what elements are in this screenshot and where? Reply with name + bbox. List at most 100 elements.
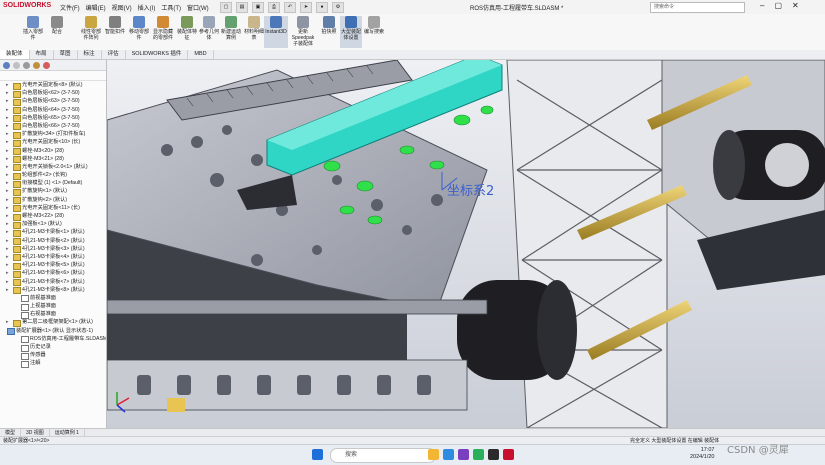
tree-item[interactable]: ▸ 扩散旋钩<34> (打扣件板车) xyxy=(0,130,106,139)
tab-evaluate[interactable]: 评估 xyxy=(102,50,126,59)
expand-arrow-icon[interactable]: ▸ xyxy=(6,204,9,212)
expand-arrow-icon[interactable]: ▸ xyxy=(6,286,9,294)
expand-arrow-icon[interactable]: ▸ xyxy=(6,179,9,187)
display-manager-icon[interactable] xyxy=(43,61,50,69)
tree-item[interactable]: ▸ 白色层板铝<62> (3-7-50) xyxy=(0,89,106,98)
tab-assembly[interactable]: 装配体 xyxy=(0,50,30,59)
tree-item[interactable]: ▸ 轮组部件<2> (长钩) xyxy=(0,171,106,180)
tree-item[interactable]: ▸ 螺栓-M3<22> (28) xyxy=(0,212,106,221)
expand-arrow-icon[interactable]: ▸ xyxy=(6,228,9,236)
menu-view[interactable]: 视图(V) xyxy=(112,3,132,12)
menu-window[interactable]: 窗口(W) xyxy=(187,3,209,12)
large-assembly-settings-button[interactable]: 大型装配体设置 xyxy=(340,16,362,48)
expand-arrow-icon[interactable]: ▸ xyxy=(6,138,9,146)
search-commands-input[interactable]: 搜索命令 xyxy=(650,2,745,13)
tree-item[interactable]: ▸ 白色层板铝<66> (3-7-50) xyxy=(0,122,106,131)
save-icon[interactable]: ▣ xyxy=(252,2,264,13)
undo-icon[interactable]: ↶ xyxy=(284,2,296,13)
app-icon[interactable] xyxy=(458,449,469,460)
select-icon[interactable]: ➤ xyxy=(300,2,312,13)
expand-arrow-icon[interactable]: ▸ xyxy=(6,97,9,105)
tab-layout[interactable]: 布局 xyxy=(30,50,54,59)
expand-arrow-icon[interactable]: ▸ xyxy=(6,220,9,228)
tree-item[interactable]: ▸ 4孔21-M3卡梁板<7> (默认) xyxy=(0,278,106,286)
expand-arrow-icon[interactable]: ▸ xyxy=(6,196,9,204)
tree-item[interactable]: ▸ 4孔21-M3卡梁板<2> (默认) xyxy=(0,237,106,246)
tree-item[interactable]: ▸ 4孔21-M3卡梁板<5> (默认) xyxy=(0,261,106,270)
tree-item[interactable]: 传感器 xyxy=(0,351,106,360)
tree-item[interactable]: ▸ 4孔21-M3卡梁板<3> (默认) xyxy=(0,245,106,254)
tree-item[interactable]: ▸ 白色层板铝<63> (3-7-50) xyxy=(0,97,106,106)
tree-item[interactable]: 前视基准面 xyxy=(0,294,106,303)
tree-item[interactable]: ▸ 螺栓-M3<20> (28) xyxy=(0,147,106,155)
take-snapshot-button[interactable]: 拍快照 xyxy=(318,16,340,35)
tree-item[interactable]: 上视基准面 xyxy=(0,302,106,311)
tree-item[interactable]: 注解 xyxy=(0,359,106,368)
open-icon[interactable]: ▤ xyxy=(236,2,248,13)
expand-arrow-icon[interactable]: ▸ xyxy=(6,278,9,286)
expand-arrow-icon[interactable]: ▸ xyxy=(6,81,9,89)
new-motion-study-button[interactable]: 新建运动算例 xyxy=(220,16,242,41)
menu-edit[interactable]: 编辑(E) xyxy=(86,3,106,12)
rebuild-icon[interactable]: ● xyxy=(316,2,328,13)
expand-arrow-icon[interactable]: ▸ xyxy=(6,114,9,122)
expand-arrow-icon[interactable]: ▸ xyxy=(6,187,9,195)
mate-button[interactable]: 配合 xyxy=(46,16,68,35)
graphics-viewport[interactable]: 坐标系2 xyxy=(107,60,825,428)
tree-item[interactable]: 历史记录 xyxy=(0,343,106,352)
reference-geometry-button[interactable]: 参考几何体 xyxy=(198,16,220,41)
menu-insert[interactable]: 插入(I) xyxy=(138,3,156,12)
tree-item[interactable]: ▸ 白色层板铝<64> (3-7-50) xyxy=(0,106,106,115)
move-component-button[interactable]: 移动零部件 xyxy=(128,16,150,41)
file-explorer-icon[interactable] xyxy=(428,449,439,460)
tree-item[interactable]: ▸ 白色层板铝<65> (3-7-50) xyxy=(0,114,106,123)
tree-item[interactable]: ▸ 光电开关锁板<2.0<1> (默认) xyxy=(0,163,106,172)
expand-arrow-icon[interactable]: ▸ xyxy=(6,155,9,163)
tree-item[interactable]: ▸ 衔接模型 (1) <1> (Default) xyxy=(0,179,106,188)
expand-arrow-icon[interactable]: ▸ xyxy=(6,171,9,179)
linear-pattern-button[interactable]: 线性零部件阵列 xyxy=(80,16,102,41)
tree-item[interactable]: 装配扩展器<1> (默认 显示状态-1) xyxy=(0,327,106,336)
bill-of-materials-button[interactable]: 材料明细表 xyxy=(243,16,265,41)
menu-tools[interactable]: 工具(T) xyxy=(161,3,181,12)
expand-arrow-icon[interactable]: ▸ xyxy=(6,318,9,326)
tree-item[interactable]: ▸ 4孔21-M3卡梁板<4> (默认) xyxy=(0,253,106,262)
tree-item[interactable]: ▸ 第二层二级框架架配<1> (默认) xyxy=(0,318,106,327)
tree-filter-input[interactable] xyxy=(0,71,106,81)
configuration-icon[interactable] xyxy=(23,61,30,69)
expand-arrow-icon[interactable]: ▸ xyxy=(6,269,9,277)
smart-fasteners-button[interactable]: 智能扣件 xyxy=(104,16,126,35)
expand-arrow-icon[interactable]: ▸ xyxy=(6,261,9,269)
expand-arrow-icon[interactable]: ▸ xyxy=(6,212,9,220)
tree-item[interactable]: ▸ 加强板<1> (默认) xyxy=(0,220,106,229)
tab-markup[interactable]: 标注 xyxy=(78,50,102,59)
edge-icon[interactable] xyxy=(443,449,454,460)
print-icon[interactable]: ⎙ xyxy=(268,2,280,13)
tree-item[interactable]: ROS仿真用-工程履带车.SLDASM xyxy=(0,335,106,344)
tab-addins[interactable]: SOLIDWORKS 插件 xyxy=(126,50,189,59)
tree-item[interactable]: ▸ 光电开关固定板<10> (长) xyxy=(0,138,106,147)
options-icon[interactable]: ⚙ xyxy=(332,2,344,13)
menu-file[interactable]: 文件(F) xyxy=(60,3,80,12)
expand-arrow-icon[interactable]: ▸ xyxy=(6,122,9,130)
terminal-icon[interactable] xyxy=(488,449,499,460)
insert-component-button[interactable]: 插入零部件 xyxy=(22,16,44,41)
author-search-button[interactable]: 编写搜索 xyxy=(363,16,385,35)
system-tray[interactable]: 17:07 2024/1/20 xyxy=(690,447,714,461)
expand-arrow-icon[interactable]: ▸ xyxy=(6,106,9,114)
maximize-icon[interactable]: ▢ xyxy=(774,1,782,10)
minimize-icon[interactable]: – xyxy=(760,1,764,10)
feature-tree-icon[interactable] xyxy=(3,61,10,69)
expand-arrow-icon[interactable]: ▸ xyxy=(6,89,9,97)
tree-item[interactable]: ▸ 螺栓-M3<21> (28) xyxy=(0,155,106,164)
taskbar-search-input[interactable]: 搜索 xyxy=(330,448,436,463)
tree-item[interactable]: ▸ 扩散旋钩<2> (默认) xyxy=(0,196,106,205)
instant3d-button[interactable]: Instant3D xyxy=(264,16,288,48)
tree-item[interactable]: ▸ 4孔21-M3卡梁板<1> (默认) xyxy=(0,228,106,237)
tree-item[interactable]: ▸ 光电开关固定板<8> (默认) xyxy=(0,81,106,90)
expand-arrow-icon[interactable]: ▸ xyxy=(6,147,9,155)
expand-arrow-icon[interactable]: ▸ xyxy=(6,130,9,138)
expand-arrow-icon[interactable]: ▸ xyxy=(6,163,9,171)
tree-item[interactable]: ▸ 4孔21-M3卡梁板<8> (默认) xyxy=(0,286,106,295)
start-icon[interactable] xyxy=(312,449,323,460)
